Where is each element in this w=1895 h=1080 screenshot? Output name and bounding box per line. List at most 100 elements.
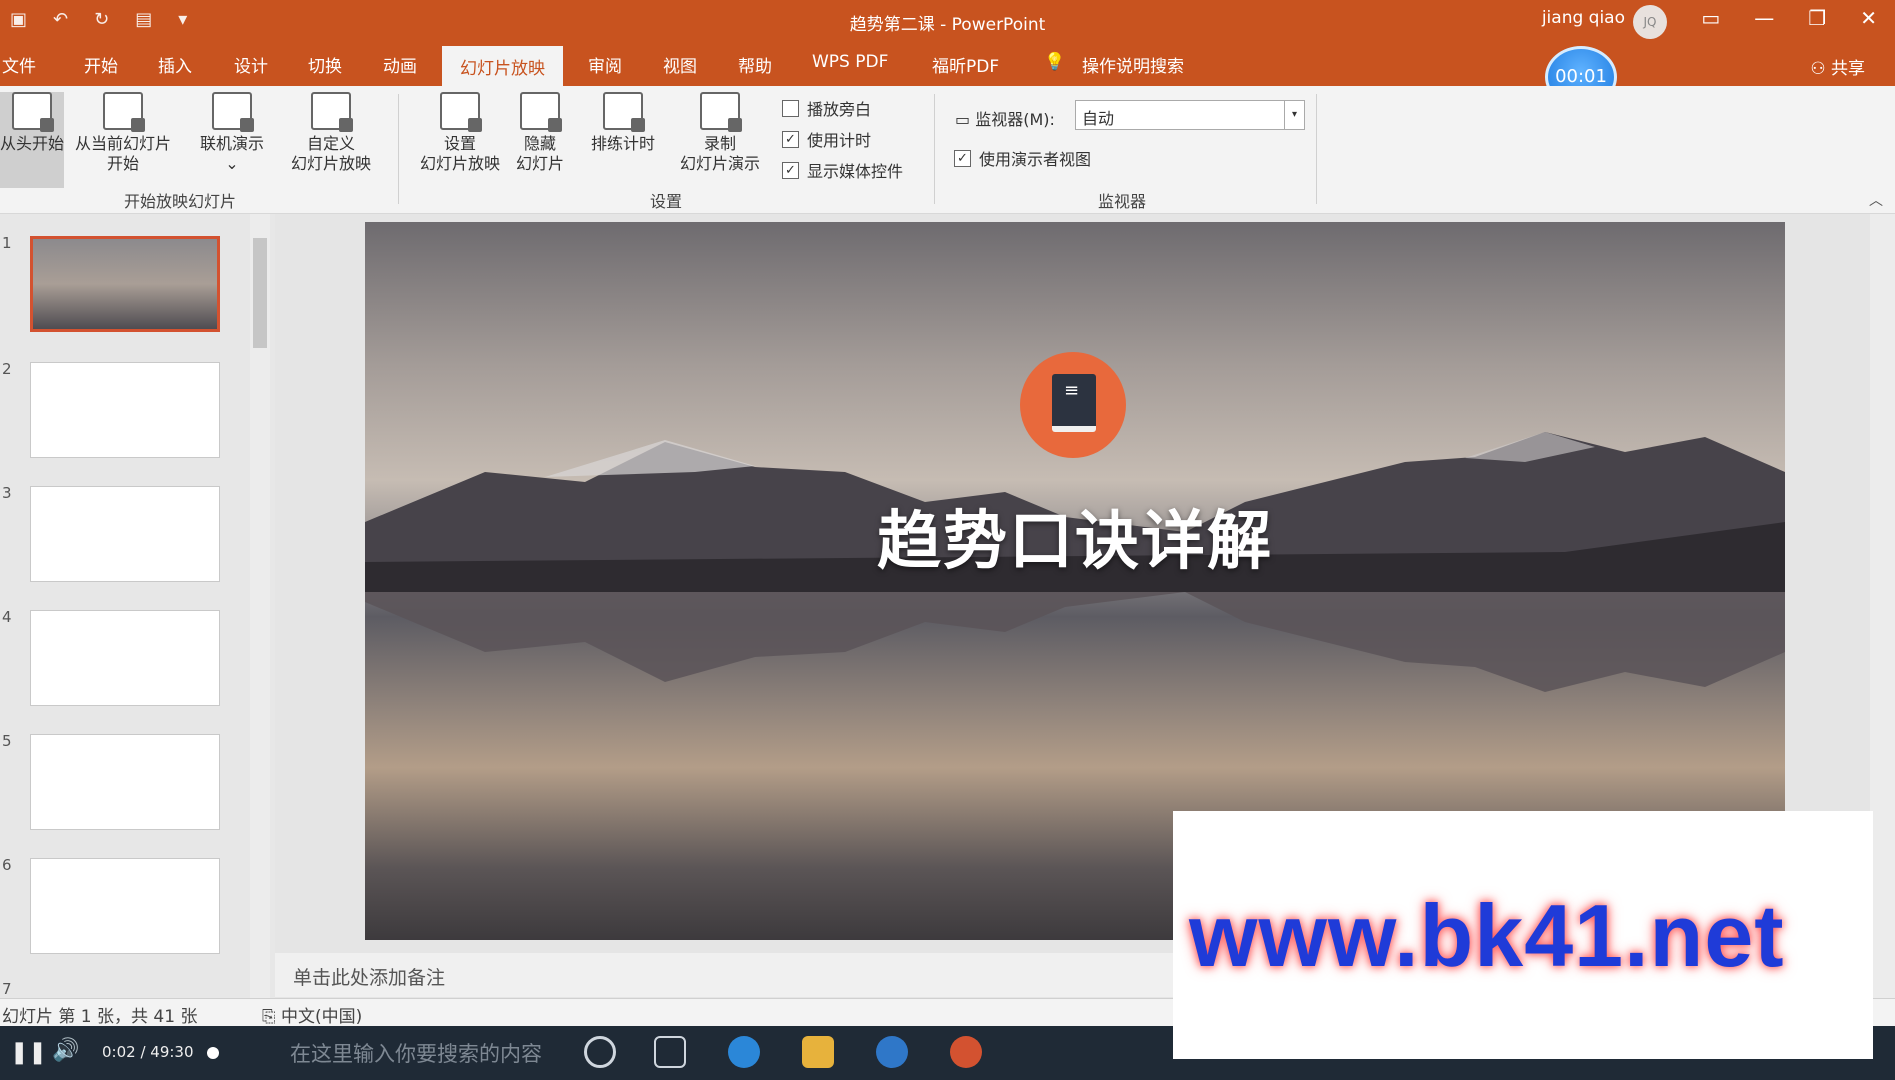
setup-label: 设置 xyxy=(443,134,476,153)
from-current-label: 从当前幻灯片 xyxy=(74,134,171,153)
use-timings-checkbox[interactable]: ✓ 使用计时 xyxy=(782,127,871,151)
setup-slideshow-icon xyxy=(440,92,482,132)
watermark: www.bk41.net xyxy=(1173,811,1873,1059)
thumb-number: 6 xyxy=(2,856,12,874)
slide-thumbnail-pane: 1 2 3 4 5 6 7 xyxy=(0,214,275,1000)
setup-label-2: 幻灯片放映 xyxy=(419,154,500,173)
ribbon: 从头开始 从当前幻灯片 开始 联机演示 ⌄ 自定义 幻灯片放映 开始放映幻灯片 … xyxy=(0,86,1895,214)
thumb-number: 5 xyxy=(2,732,12,750)
tab-wps-pdf[interactable]: WPS PDF xyxy=(812,52,888,72)
restore-icon[interactable]: ❐ xyxy=(1808,6,1826,30)
from-current-button[interactable]: 从当前幻灯片 开始 xyxy=(68,92,178,174)
progress-handle[interactable] xyxy=(207,1047,219,1059)
tab-foxit-pdf[interactable]: 福昕PDF xyxy=(932,52,999,77)
group-start-label: 开始放映幻灯片 xyxy=(124,192,237,211)
tab-slideshow[interactable]: 幻灯片放映 xyxy=(442,46,563,86)
from-beginning-label: 从头开始 xyxy=(0,134,65,153)
custom-slideshow-button[interactable]: 自定义 幻灯片放映 xyxy=(276,92,386,174)
thumbnail-slide-5[interactable] xyxy=(30,734,220,830)
tab-home[interactable]: 开始 xyxy=(84,52,118,77)
hide-slide-icon xyxy=(520,92,562,132)
thumbnail-scrollbar[interactable] xyxy=(250,214,270,1000)
record-icon xyxy=(700,92,742,132)
custom-slideshow-label: 自定义 xyxy=(306,134,355,153)
window-controls: ▭ — ❐ ✕ xyxy=(1701,6,1877,30)
ribbon-display-icon[interactable]: ▭ xyxy=(1701,6,1720,30)
close-icon[interactable]: ✕ xyxy=(1860,6,1877,30)
notes-pane[interactable]: 单击此处添加备注 xyxy=(275,953,1175,997)
chevron-down-icon[interactable]: ▾ xyxy=(1284,101,1304,129)
powerpoint-icon[interactable] xyxy=(950,1036,982,1068)
tell-me-search[interactable]: 操作说明搜索 xyxy=(1082,52,1184,77)
language-label: 中文(中国) xyxy=(281,1007,363,1027)
thumbnail-slide-2[interactable] xyxy=(30,362,220,458)
tab-review[interactable]: 审阅 xyxy=(588,52,622,77)
play-narration-checkbox[interactable]: 播放旁白 xyxy=(782,96,871,120)
cortana-icon[interactable] xyxy=(584,1036,616,1068)
thumbnail-slide-3[interactable] xyxy=(30,486,220,582)
record-label: 录制 xyxy=(703,134,736,153)
group-divider xyxy=(934,94,935,204)
slide-title[interactable]: 趋势口诀详解 xyxy=(365,490,1785,582)
task-view-icon[interactable] xyxy=(654,1036,686,1068)
volume-icon[interactable]: 🔊 xyxy=(52,1038,79,1063)
record-slideshow-button[interactable]: 录制 幻灯片演示 xyxy=(664,92,776,174)
person-icon: ⚇ xyxy=(1810,59,1831,79)
scroll-thumb[interactable] xyxy=(253,238,267,348)
checkbox-box xyxy=(782,99,799,117)
slideshow-current-icon xyxy=(103,92,145,132)
book-icon xyxy=(1052,374,1096,432)
checkmark-icon: ✓ xyxy=(782,130,799,148)
custom-slideshow-label-2: 幻灯片放映 xyxy=(290,154,371,173)
show-media-controls-checkbox[interactable]: ✓ 显示媒体控件 xyxy=(782,158,903,182)
avatar[interactable]: JQ xyxy=(1633,5,1667,39)
tab-help[interactable]: 帮助 xyxy=(738,52,772,77)
pause-icon[interactable]: ❚❚ xyxy=(10,1040,47,1065)
slide-scrollbar[interactable] xyxy=(1870,214,1895,1000)
checkmark-icon: ✓ xyxy=(954,149,971,167)
use-timings-label: 使用计时 xyxy=(807,131,872,150)
monitor-label: ▭ 监视器(M): xyxy=(955,106,1055,130)
hide-label-2: 幻灯片 xyxy=(515,154,564,173)
thumbnail-slide-1[interactable] xyxy=(30,236,220,332)
tab-insert[interactable]: 插入 xyxy=(158,52,192,77)
thumb-number: 4 xyxy=(2,608,12,626)
custom-slideshow-icon xyxy=(311,92,353,132)
notes-placeholder: 单击此处添加备注 xyxy=(293,967,446,989)
playback-time: 0:02 / 49:30 xyxy=(102,1043,194,1061)
taskbar-search[interactable]: 在这里输入你要搜索的内容 xyxy=(290,1038,542,1068)
collapse-ribbon-icon[interactable]: ︿ xyxy=(1869,190,1883,210)
tab-design[interactable]: 设计 xyxy=(234,52,268,77)
online-present-label: 联机演示 xyxy=(199,134,264,153)
slide-count-status: 幻灯片 第 1 张，共 41 张 xyxy=(2,1007,198,1027)
user-name[interactable]: jiang qiao xyxy=(1542,8,1625,28)
chevron-down-icon: ⌄ xyxy=(225,154,239,173)
online-present-button[interactable]: 联机演示 ⌄ xyxy=(192,92,272,174)
thumbnail-slide-4[interactable] xyxy=(30,610,220,706)
minimize-icon[interactable]: — xyxy=(1754,6,1774,30)
rehearse-timings-button[interactable]: 排练计时 xyxy=(580,92,666,154)
hide-slide-button[interactable]: 隐藏 幻灯片 xyxy=(512,92,568,174)
share-button[interactable]: ⚇ 共享 xyxy=(1810,54,1865,79)
setup-slideshow-button[interactable]: 设置 幻灯片放映 xyxy=(412,92,508,174)
app-icon[interactable] xyxy=(876,1036,908,1068)
monitor-select[interactable]: 自动 ▾ xyxy=(1075,100,1305,130)
from-beginning-button[interactable]: 从头开始 xyxy=(0,92,64,188)
lightbulb-icon: 💡 xyxy=(1044,52,1066,72)
group-setup-label: 设置 xyxy=(650,192,683,211)
record-label-2: 幻灯片演示 xyxy=(679,154,760,173)
thumbnail-slide-6[interactable] xyxy=(30,858,220,954)
tab-file[interactable]: 文件 xyxy=(2,52,36,77)
thumb-number: 1 xyxy=(2,234,12,252)
language-status[interactable]: ⎘ 中文(中国) xyxy=(262,1002,362,1027)
watermark-text: www.bk41.net xyxy=(1189,886,1785,985)
group-divider xyxy=(398,94,399,204)
tab-transitions[interactable]: 切换 xyxy=(308,52,342,77)
presenter-view-checkbox[interactable]: ✓ 使用演示者视图 xyxy=(954,146,1091,170)
tab-animations[interactable]: 动画 xyxy=(383,52,417,77)
stopwatch-icon xyxy=(603,92,645,132)
group-monitor-label: 监视器 xyxy=(1098,192,1147,211)
folder-icon[interactable] xyxy=(802,1036,834,1068)
tab-view[interactable]: 视图 xyxy=(663,52,697,77)
edge-icon[interactable] xyxy=(728,1036,760,1068)
